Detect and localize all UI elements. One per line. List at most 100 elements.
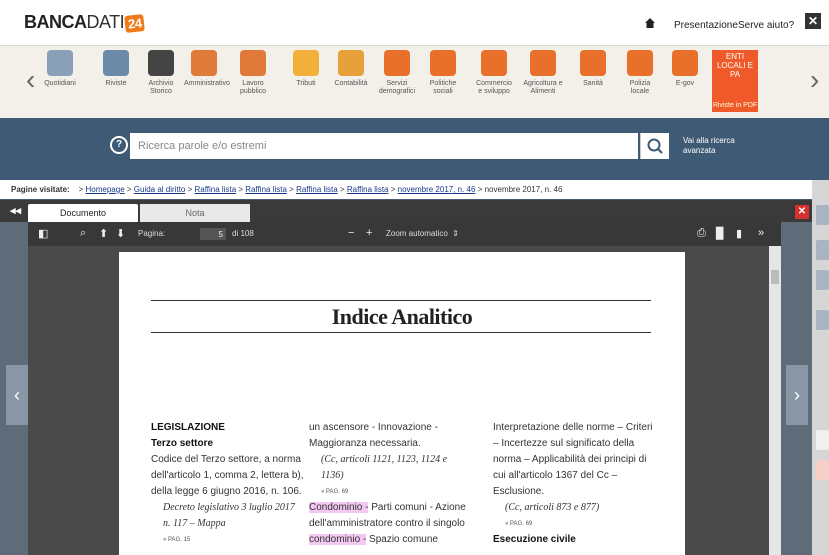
pdf-page: Indice Analitico LEGISLAZIONE Terzo sett… xyxy=(119,252,685,555)
search-button[interactable] xyxy=(640,133,669,159)
rail-tool-icon[interactable] xyxy=(816,205,829,225)
page-number-input[interactable] xyxy=(200,228,226,240)
chevron-right-icon[interactable]: › xyxy=(810,64,819,96)
entry-text: Codice del Terzo settore, a norma xyxy=(151,454,301,465)
scrollbar-thumb[interactable] xyxy=(771,270,779,284)
collapse-icon[interactable]: ◂◂ xyxy=(10,204,21,217)
category-item[interactable]: Quotidiani xyxy=(40,50,80,88)
help-icon[interactable]: ? xyxy=(110,136,128,154)
category-icon xyxy=(481,50,507,76)
entry-text: un ascensore - Innovazione - xyxy=(309,422,438,433)
entry-text: Esclusione. xyxy=(493,486,545,497)
tab-nota[interactable]: Nota xyxy=(140,204,250,222)
page-reference[interactable]: » PAG. 69 xyxy=(309,484,469,500)
category-label: Riviste xyxy=(105,80,127,87)
zoom-out-icon[interactable]: − xyxy=(348,227,354,239)
category-icon xyxy=(47,50,73,76)
entry-text: norma – Applicabilità dei principi di xyxy=(493,454,647,465)
index-column-3: Interpretazione delle norme – Criteri – … xyxy=(493,420,663,548)
category-icon xyxy=(530,50,556,76)
page-count: di 108 xyxy=(232,229,254,238)
enti-locali-button[interactable]: ENTI LOCALI E PA Riviste in PDF xyxy=(712,50,758,112)
category-icon xyxy=(430,50,456,76)
category-item[interactable]: Riviste xyxy=(96,50,136,88)
category-item[interactable]: Contabilità xyxy=(331,50,371,88)
prev-document-arrow[interactable]: ‹ xyxy=(6,365,28,425)
vertical-scrollbar[interactable] xyxy=(769,246,781,555)
category-label: Amministrativo xyxy=(184,80,230,87)
category-label: Quotidiani xyxy=(44,80,76,87)
breadcrumb-link[interactable]: Guida al diritto xyxy=(134,185,186,194)
breadcrumb-link[interactable]: Raffina lista xyxy=(245,185,287,194)
breadcrumb-link[interactable]: Homepage xyxy=(86,185,125,194)
bookmark-icon[interactable]: ▮ xyxy=(736,227,742,240)
subsection-heading: Terzo settore xyxy=(151,438,214,449)
tab-documento[interactable]: Documento xyxy=(28,204,138,222)
category-label: Agricoltura e Alimenti xyxy=(523,80,563,95)
category-label: E-gov xyxy=(675,80,695,87)
rail-tool-icon[interactable] xyxy=(816,270,829,290)
entry-text: Maggioranza necessaria. xyxy=(309,438,421,449)
breadcrumb-link[interactable]: novembre 2017, n. 46 xyxy=(398,185,476,194)
logo-light: DATI xyxy=(86,12,125,32)
find-icon[interactable]: ⌕ xyxy=(80,227,86,240)
entry-text: dell'articolo 1, comma 2, lettera b), xyxy=(151,470,304,481)
category-item[interactable]: Politiche sociali xyxy=(423,50,463,96)
serve-aiuto-link[interactable]: Serve aiuto? xyxy=(738,20,794,31)
category-item[interactable]: Lavoro pubblico xyxy=(233,50,273,96)
search-input[interactable] xyxy=(130,133,638,159)
next-page-icon[interactable]: ⬇ xyxy=(116,227,125,240)
bancadati-logo[interactable]: BANCADATI 24 xyxy=(24,12,146,33)
presentazione-link[interactable]: Presentazione xyxy=(674,20,738,31)
entry-citation: n. 117 – Mappa xyxy=(163,518,226,529)
close-icon[interactable]: ✕ xyxy=(805,13,821,29)
print-icon[interactable]: ⎙ xyxy=(697,227,706,240)
category-label: Contabilità xyxy=(334,80,368,87)
category-icon xyxy=(103,50,129,76)
breadcrumb: Pagine visitate: > Homepage > Guida al d… xyxy=(0,180,812,199)
zoom-select[interactable]: Zoom automatico ⇕ xyxy=(386,229,459,238)
search-highlight: condominio - xyxy=(309,534,367,545)
breadcrumb-link[interactable]: Raffina lista xyxy=(347,185,389,194)
visited-label: Pagine visitate: xyxy=(11,185,70,194)
category-item[interactable]: Servizi demografici xyxy=(377,50,417,96)
entry-text: dell'amministratore contro il singolo xyxy=(309,518,465,529)
category-item[interactable]: Amministrativo xyxy=(184,50,230,88)
category-item[interactable]: Commercio e sviluppo xyxy=(474,50,514,96)
category-item[interactable]: Archivio Storico xyxy=(141,50,181,96)
edit-icon[interactable] xyxy=(816,430,829,450)
previous-page-icon[interactable]: ⬆ xyxy=(99,227,108,240)
rail-tool-icon[interactable] xyxy=(816,310,829,330)
entry-text: della legge 6 giugno 2016, n. 106. xyxy=(151,486,302,497)
sidebar-toggle-icon[interactable]: ◧ xyxy=(38,227,48,240)
category-icon xyxy=(293,50,319,76)
category-item[interactable]: Sanità xyxy=(573,50,613,88)
breadcrumb-current: novembre 2017, n. 46 xyxy=(484,185,563,194)
index-column-1: LEGISLAZIONE Terzo settore Codice del Te… xyxy=(151,420,311,548)
zoom-in-icon[interactable]: + xyxy=(366,227,372,239)
page-reference[interactable]: » PAG. 69 xyxy=(493,516,663,532)
category-item[interactable]: E-gov xyxy=(665,50,705,88)
zoom-value: Zoom automatico xyxy=(386,229,448,238)
category-item[interactable]: Polizia locale xyxy=(620,50,660,96)
category-item[interactable]: Agricoltura e Alimenti xyxy=(523,50,563,96)
entry-citation: 1136) xyxy=(321,470,344,481)
breadcrumb-separator: > xyxy=(337,185,347,194)
home-icon[interactable] xyxy=(644,17,656,29)
chevron-left-icon[interactable]: ‹ xyxy=(26,64,35,96)
category-icon xyxy=(240,50,266,76)
page-reference[interactable]: » PAG. 15 xyxy=(151,532,311,548)
close-document-icon[interactable]: ✕ xyxy=(795,205,809,219)
download-24-icon[interactable] xyxy=(816,460,829,480)
section-heading: LEGISLAZIONE xyxy=(151,422,225,433)
rail-tool-icon[interactable] xyxy=(816,240,829,260)
category-label: Polizia locale xyxy=(629,80,651,95)
next-document-arrow[interactable]: › xyxy=(786,365,808,425)
breadcrumb-link[interactable]: Raffina lista xyxy=(296,185,338,194)
tools-icon[interactable]: » xyxy=(758,227,764,239)
category-item[interactable]: Tributi xyxy=(286,50,326,88)
breadcrumb-link[interactable]: Raffina lista xyxy=(195,185,237,194)
advanced-search-link[interactable]: Vai alla ricerca avanzata xyxy=(683,136,743,156)
download-icon[interactable]: ▉ xyxy=(716,227,724,240)
entry-citation: Decreto legislativo 3 luglio 2017 xyxy=(163,502,295,513)
